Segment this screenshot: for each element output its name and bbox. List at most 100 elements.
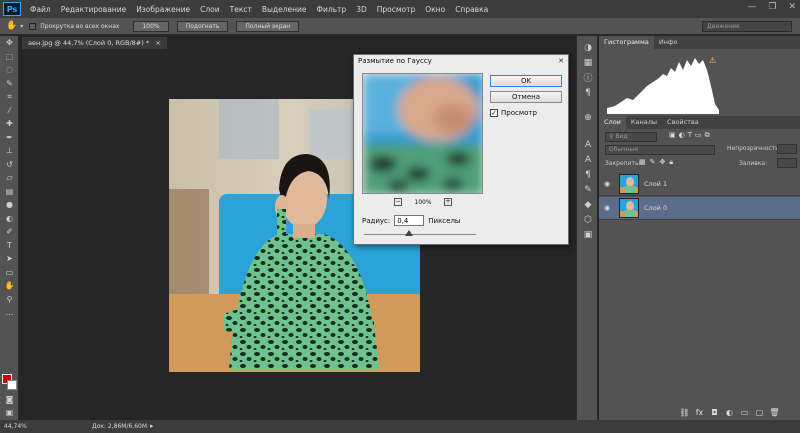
scroll-all-windows-checkbox[interactable] [29,22,37,30]
zoom-icon[interactable]: ⚲ [0,293,19,307]
layer-row-0-selected[interactable]: ◉ Слой 0 [599,197,800,220]
paragraph-panel-icon[interactable]: ¶ [577,167,599,182]
close-document-icon[interactable]: × [155,39,160,47]
path-select-icon[interactable]: ➤ [0,252,19,266]
histogram-icon[interactable]: ▦ [577,55,599,70]
radius-slider-track[interactable] [364,234,476,235]
quick-select-icon[interactable]: ✎ [0,77,19,91]
quick-mask-icon[interactable]: ◙ [0,393,19,407]
adjust-icon[interactable]: ⊕ [577,110,599,125]
menu-3d[interactable]: 3D [351,5,372,14]
blur-icon[interactable]: ● [0,198,19,212]
more-tools-icon[interactable]: … [0,306,19,320]
info-icon[interactable]: ⓘ [577,70,599,85]
trash-icon[interactable]: 🗑︎ [767,408,782,417]
healing-icon[interactable]: ✚ [0,117,19,131]
smart-object-filter-icon[interactable]: ⧉ [705,131,710,140]
screen-mode-icon[interactable]: ▣ [0,406,19,420]
hand-tool-icon[interactable]: ✋ [6,21,17,31]
mask-icon[interactable]: ◘ [707,408,722,417]
background-color-swatch[interactable] [7,380,17,390]
rectangle-icon[interactable]: ▭ [0,266,19,280]
history-brush-icon[interactable]: ↺ [0,158,19,172]
lasso-icon[interactable]: ◌ [0,63,19,77]
menu-view[interactable]: Просмотр [372,5,421,14]
move-icon[interactable]: ✥ [0,36,19,50]
cube-icon[interactable]: ⬡ [577,212,599,227]
dialog-preview-image[interactable] [362,73,483,194]
new-layer-icon[interactable]: ▢ [752,408,767,417]
warning-icon[interactable]: ⚠ [709,56,716,65]
fit-screen-button[interactable]: Подогнать [176,20,229,32]
tab-properties[interactable]: Свойства [662,116,704,129]
radius-slider-handle[interactable] [405,230,413,236]
menu-edit[interactable]: Редактирование [56,5,131,14]
character-icon[interactable]: A [577,152,599,167]
stamp-icon[interactable]: ⊥ [0,144,19,158]
eye-icon[interactable]: ◉ [599,204,615,212]
layer-kind-filter[interactable]: ⚲ Вид [605,132,657,142]
lock-pixels-icon[interactable]: ✎ [650,158,656,167]
eraser-icon[interactable]: ▱ [0,171,19,185]
zoom-100-button[interactable]: 100% [133,20,169,32]
eyedropper-icon[interactable]: ⁄ [0,104,19,118]
brush-panel-icon[interactable]: ✎ [577,182,599,197]
preview-toggle[interactable]: ✓ Просмотр [490,109,537,117]
pixel-filter-icon[interactable]: ▣ [669,131,676,140]
workspace-select[interactable]: Движение [702,21,792,32]
hand-icon[interactable]: ✋ [0,279,19,293]
pen-icon[interactable]: ✐ [0,225,19,239]
menu-file[interactable]: Файл [25,5,56,14]
tab-channels[interactable]: Каналы [626,116,662,129]
lock-position-icon[interactable]: ✥ [660,158,666,167]
type-icon[interactable]: T [0,239,19,253]
fill-input[interactable] [777,158,797,168]
text-panel-icon[interactable]: A [577,137,599,152]
restore-icon[interactable]: ❐ [768,2,776,12]
tab-histogram[interactable]: Гистограмма [599,36,654,49]
menu-help[interactable]: Справка [450,5,493,14]
zoom-out-button[interactable]: − [394,198,402,206]
menu-window[interactable]: Окно [420,5,450,14]
menu-layers[interactable]: Слои [195,5,225,14]
marquee-icon[interactable]: ⬚ [0,50,19,64]
close-icon[interactable]: ✕ [788,2,796,12]
ok-button[interactable]: OK [490,75,562,87]
shape-icon[interactable]: ◆ [577,197,599,212]
brush-icon[interactable]: ✒ [0,131,19,145]
dodge-icon[interactable]: ◐ [0,212,19,226]
group-icon[interactable]: ▭ [737,408,752,417]
blend-mode-select[interactable]: Обычные [605,145,715,155]
gradient-icon[interactable]: ▤ [0,185,19,199]
paragraph-icon[interactable]: ¶ [577,85,599,100]
opacity-input[interactable] [777,144,797,154]
status-arrow-icon[interactable]: ▸ [150,420,154,433]
lock-transparency-icon[interactable]: ▦ [639,158,646,167]
adjustment-filter-icon[interactable]: ◐ [679,131,685,140]
lock-all-icon[interactable]: 🔒︎ [669,158,673,167]
layer-row-1[interactable]: ◉ Слой 1 [599,173,800,196]
eye-icon[interactable]: ◉ [599,180,615,188]
adjustment-layer-icon[interactable]: ◐ [722,408,737,417]
dialog-close-icon[interactable]: ✕ [558,57,564,65]
menu-image[interactable]: Изображение [131,5,195,14]
type-filter-icon[interactable]: T [688,131,692,140]
fill-screen-button[interactable]: Полный экран [236,20,300,32]
fx-icon[interactable]: fx [692,408,707,417]
zoom-level[interactable]: 44,74% [4,420,27,433]
document-tab[interactable]: аен.jpg @ 44,7% (Слой 0, RGB/8#) * × [22,37,167,49]
shape-filter-icon[interactable]: ▭ [695,131,702,140]
cancel-button[interactable]: Отмена [490,91,562,103]
crop-icon[interactable]: ⌗ [0,90,19,104]
menu-select[interactable]: Выделение [257,5,312,14]
menu-filter[interactable]: Фильтр [312,5,352,14]
menu-type[interactable]: Текст [225,5,257,14]
link-icon[interactable]: ⛓ [677,408,692,417]
tool-preset-chevron-icon[interactable]: ▾ [20,23,23,30]
tab-info[interactable]: Инфо [654,36,683,49]
radius-input[interactable] [394,215,425,226]
preview-checkbox[interactable]: ✓ [490,109,498,117]
minimize-icon[interactable]: — [747,2,756,12]
tab-layers[interactable]: Слои [599,116,626,129]
zoom-in-button[interactable]: + [444,198,452,206]
